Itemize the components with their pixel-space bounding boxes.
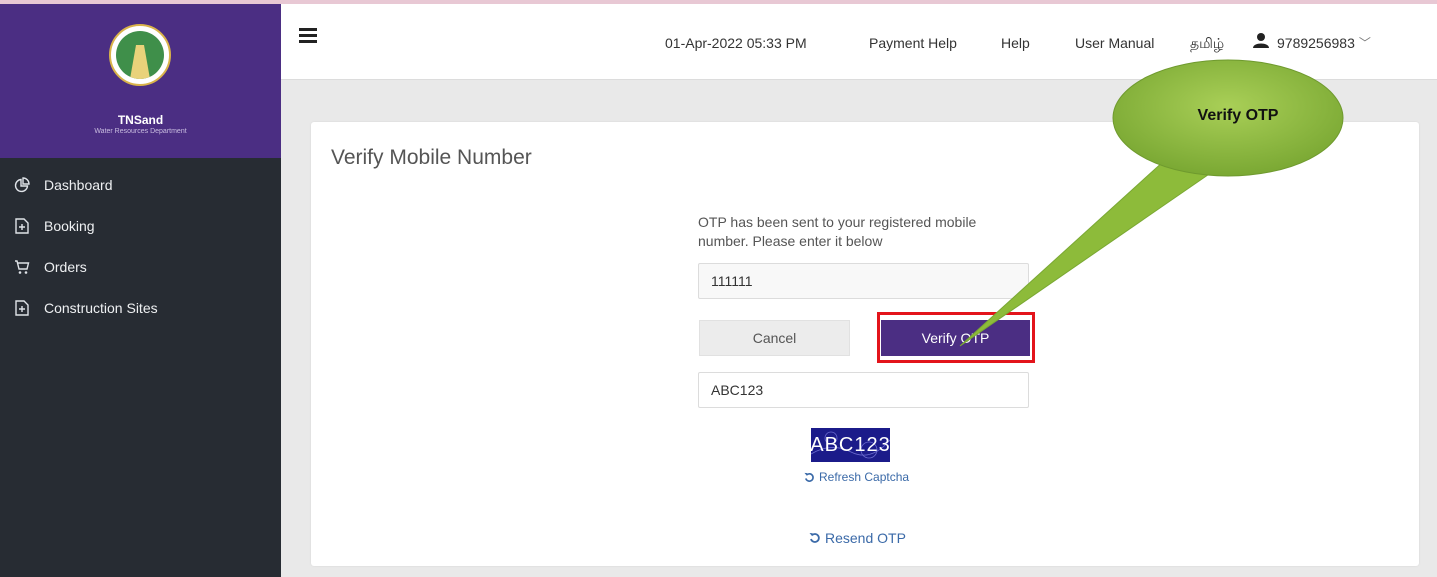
captcha-text: ABC123: [811, 433, 890, 456]
sidebar-item-construction-sites[interactable]: Construction Sites: [0, 287, 281, 328]
brand-subtitle: Water Resources Department: [94, 128, 187, 135]
top-bar: 01-Apr-2022 05:33 PM Payment Help Help U…: [281, 4, 1437, 80]
callout-label: Verify OTP: [1197, 107, 1279, 124]
language-toggle[interactable]: தமிழ்: [1190, 35, 1224, 54]
pie-chart-icon: [14, 176, 30, 193]
refresh-icon: [804, 472, 815, 483]
logo-emblem: [109, 24, 171, 86]
captcha-image: ABC123: [811, 428, 890, 462]
refresh-captcha-label: Refresh Captcha: [819, 470, 910, 484]
page-title: Verify Mobile Number: [331, 146, 532, 169]
sidebar-item-booking[interactable]: Booking: [0, 205, 281, 246]
file-plus-icon: [14, 217, 30, 234]
sidebar-item-label: Orders: [44, 258, 87, 275]
brand-name: TNSand: [117, 113, 164, 127]
cancel-button[interactable]: Cancel: [699, 320, 850, 356]
refresh-icon: [809, 532, 821, 544]
payment-help-link[interactable]: Payment Help: [869, 35, 957, 51]
resend-otp-label: Resend OTP: [825, 530, 906, 546]
sidebar-item-label: Construction Sites: [44, 299, 158, 316]
sidebar-item-dashboard[interactable]: Dashboard: [0, 164, 281, 205]
chevron-down-icon: ﹀: [1358, 36, 1371, 50]
sidebar: TNSand Water Resources Department Dashbo…: [0, 4, 281, 577]
user-manual-link[interactable]: User Manual: [1075, 35, 1154, 51]
sidebar-item-label: Dashboard: [44, 176, 113, 193]
refresh-captcha-link[interactable]: Refresh Captcha: [804, 470, 909, 484]
captcha-input[interactable]: [698, 372, 1029, 408]
sidebar-nav: Dashboard Booking Orders Construction Si…: [0, 164, 281, 328]
otp-instruction: OTP has been sent to your registered mob…: [698, 214, 977, 249]
user-icon: [1253, 32, 1269, 53]
user-menu[interactable]: 9789256983 ﹀: [1253, 32, 1371, 53]
help-link[interactable]: Help: [1001, 35, 1030, 51]
verify-button-highlight: [877, 312, 1035, 363]
verify-mobile-card: Verify Mobile Number OTP has been sent t…: [311, 122, 1419, 566]
cart-icon: [14, 259, 30, 275]
file-plus-icon: [14, 299, 30, 316]
sidebar-item-label: Booking: [44, 217, 95, 234]
otp-input[interactable]: [698, 263, 1029, 299]
resend-otp-link[interactable]: Resend OTP: [809, 530, 906, 546]
hamburger-menu-icon[interactable]: [299, 28, 317, 44]
user-phone: 9789256983: [1277, 34, 1355, 51]
brand-header: TNSand Water Resources Department: [0, 4, 281, 158]
datetime-display: 01-Apr-2022 05:33 PM: [665, 35, 807, 51]
sidebar-item-orders[interactable]: Orders: [0, 246, 281, 287]
